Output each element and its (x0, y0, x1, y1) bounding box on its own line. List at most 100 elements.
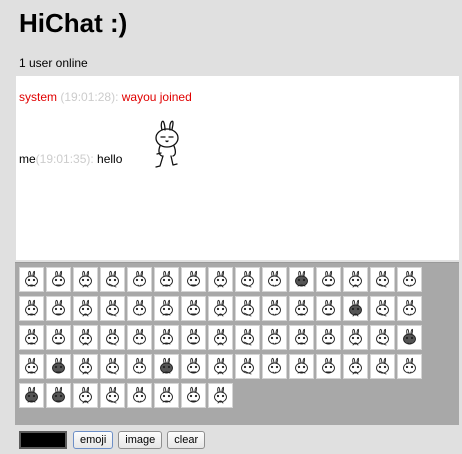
emoji-item[interactable] (289, 354, 314, 379)
rabbit-emoji-icon (25, 299, 38, 316)
emoji-item[interactable] (100, 296, 125, 321)
rabbit-emoji-icon (187, 328, 200, 345)
emoji-item[interactable] (73, 354, 98, 379)
emoji-item[interactable] (289, 296, 314, 321)
rabbit-emoji-icon (25, 270, 38, 287)
emoji-item[interactable] (370, 325, 395, 350)
emoji-item[interactable] (73, 267, 98, 292)
emoji-item[interactable] (46, 383, 71, 408)
rabbit-emoji-icon (241, 299, 254, 317)
rabbit-emoji-icon (160, 270, 173, 287)
emoji-item[interactable] (316, 325, 341, 350)
emoji-item[interactable] (370, 267, 395, 292)
emoji-item[interactable] (397, 267, 422, 292)
rabbit-emoji-icon (403, 270, 416, 287)
emoji-item[interactable] (19, 354, 44, 379)
emoji-item[interactable] (73, 325, 98, 350)
emoji-item[interactable] (262, 354, 287, 379)
emoji-item[interactable] (181, 267, 206, 292)
message-system: system (19:01:28): wayou joined (19, 90, 192, 104)
emoji-item[interactable] (262, 296, 287, 321)
emoji-item[interactable] (397, 354, 422, 379)
rabbit-emoji-icon (133, 386, 146, 403)
emoji-item[interactable] (100, 383, 125, 408)
emoji-item[interactable] (154, 354, 179, 379)
rabbit-emoji-icon (187, 386, 200, 403)
image-button[interactable]: image (118, 431, 163, 449)
message-text: hello (97, 152, 123, 166)
emoji-item[interactable] (46, 354, 71, 379)
emoji-item[interactable] (208, 267, 233, 292)
emoji-button[interactable]: emoji (73, 431, 114, 449)
emoji-item[interactable] (127, 383, 152, 408)
rabbit-emoji-icon (187, 357, 200, 374)
emoji-item[interactable] (127, 354, 152, 379)
emoji-item[interactable] (370, 354, 395, 379)
emoji-item[interactable] (154, 383, 179, 408)
rabbit-emoji-icon (349, 328, 362, 346)
rabbit-emoji-icon (268, 328, 281, 345)
emoji-item[interactable] (46, 296, 71, 321)
emoji-item[interactable] (343, 296, 368, 321)
clear-button[interactable]: clear (167, 431, 206, 449)
emoji-item[interactable] (316, 267, 341, 292)
rabbit-sticker (155, 120, 179, 168)
emoji-item[interactable] (343, 325, 368, 350)
emoji-item[interactable] (127, 267, 152, 292)
message-history[interactable]: system (19:01:28): wayou joined me(19:01… (16, 76, 459, 260)
emoji-item[interactable] (208, 383, 233, 408)
rabbit-emoji-icon (349, 299, 362, 317)
emoji-item[interactable] (181, 383, 206, 408)
online-status: 1 user online (19, 56, 88, 70)
emoji-item[interactable] (397, 325, 422, 350)
rabbit-emoji-icon (295, 299, 308, 316)
color-picker[interactable] (19, 431, 67, 449)
emoji-item[interactable] (235, 267, 260, 292)
emoji-item[interactable] (127, 296, 152, 321)
rabbit-emoji-icon (79, 270, 92, 288)
rabbit-emoji-icon (160, 299, 173, 316)
emoji-item[interactable] (262, 267, 287, 292)
rabbit-emoji-icon (25, 357, 38, 374)
rabbit-emoji-icon (376, 328, 389, 346)
emoji-item[interactable] (208, 354, 233, 379)
emoji-item[interactable] (289, 267, 314, 292)
emoji-item[interactable] (19, 267, 44, 292)
emoji-item[interactable] (316, 296, 341, 321)
rabbit-emoji-icon (349, 357, 362, 375)
emoji-item[interactable] (100, 267, 125, 292)
emoji-item[interactable] (208, 296, 233, 321)
emoji-item[interactable] (100, 354, 125, 379)
emoji-item[interactable] (397, 296, 422, 321)
emoji-item[interactable] (127, 325, 152, 350)
rabbit-emoji-icon (52, 299, 65, 316)
emoji-item[interactable] (262, 325, 287, 350)
rabbit-emoji-icon (25, 386, 38, 403)
emoji-item[interactable] (208, 325, 233, 350)
emoji-item[interactable] (235, 296, 260, 321)
emoji-item[interactable] (289, 325, 314, 350)
emoji-item[interactable] (343, 267, 368, 292)
emoji-item[interactable] (73, 383, 98, 408)
emoji-item[interactable] (181, 354, 206, 379)
emoji-item[interactable] (181, 296, 206, 321)
emoji-item[interactable] (46, 267, 71, 292)
emoji-item[interactable] (100, 325, 125, 350)
emoji-item[interactable] (316, 354, 341, 379)
emoji-item[interactable] (154, 267, 179, 292)
emoji-item[interactable] (19, 325, 44, 350)
emoji-item[interactable] (46, 325, 71, 350)
emoji-item[interactable] (154, 325, 179, 350)
emoji-item[interactable] (235, 354, 260, 379)
emoji-item[interactable] (343, 354, 368, 379)
emoji-item[interactable] (154, 296, 179, 321)
emoji-item[interactable] (19, 383, 44, 408)
rabbit-emoji-icon (268, 270, 281, 287)
rabbit-emoji-icon (295, 357, 308, 374)
emoji-item[interactable] (73, 296, 98, 321)
emoji-item[interactable] (235, 325, 260, 350)
emoji-item[interactable] (370, 296, 395, 321)
rabbit-emoji-icon (106, 357, 119, 375)
emoji-item[interactable] (19, 296, 44, 321)
emoji-item[interactable] (181, 325, 206, 350)
